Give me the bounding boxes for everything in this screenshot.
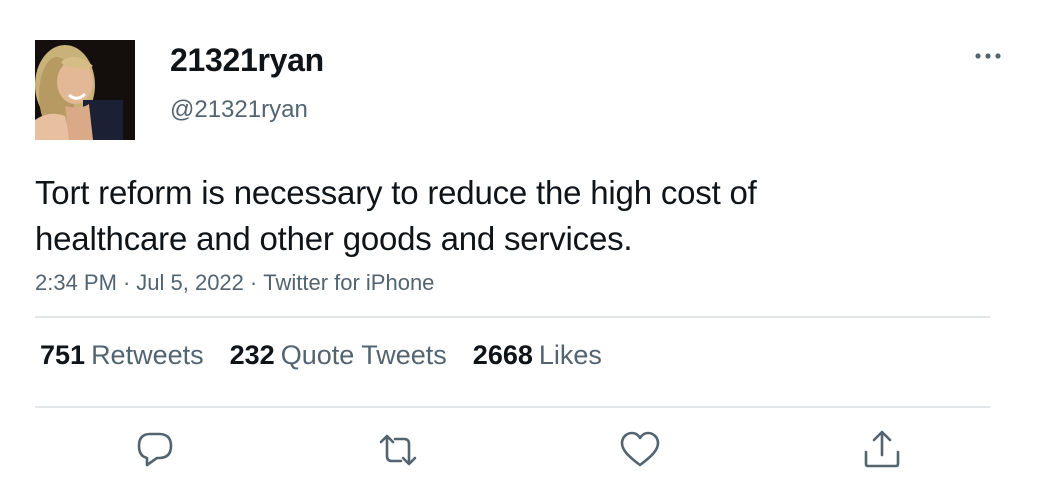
divider bbox=[35, 406, 990, 408]
likes-count: 2668 bbox=[472, 340, 533, 370]
retweets-label: Retweets bbox=[91, 340, 204, 370]
avatar[interactable] bbox=[35, 40, 135, 140]
display-name[interactable]: 21321ryan bbox=[170, 42, 324, 79]
reply-button[interactable] bbox=[133, 428, 177, 472]
tweet-text-line: Tort reform is necessary to reduce the h… bbox=[35, 174, 757, 211]
retweets-count: 751 bbox=[40, 340, 86, 370]
likes-label: Likes bbox=[538, 340, 602, 370]
like-button[interactable] bbox=[618, 428, 662, 472]
meta-separator: · bbox=[249, 270, 258, 295]
quote-tweets-stat[interactable]: 232 Quote Tweets bbox=[230, 340, 447, 371]
tweet-text-line: healthcare and other goods and services. bbox=[35, 220, 633, 257]
tweet-time[interactable]: 2:34 PM bbox=[35, 270, 117, 295]
retweet-button[interactable] bbox=[376, 428, 420, 472]
share-icon bbox=[864, 430, 900, 468]
tweet-card: 21321ryan @21321ryan Tort reform is nece… bbox=[0, 0, 1050, 480]
divider bbox=[35, 316, 990, 318]
more-icon bbox=[975, 53, 1001, 59]
reply-icon bbox=[137, 432, 173, 467]
heart-icon bbox=[620, 431, 660, 467]
tweet-text: Tort reform is necessary to reduce the h… bbox=[35, 170, 995, 262]
retweet-icon bbox=[379, 434, 417, 466]
quote-tweets-label: Quote Tweets bbox=[280, 340, 447, 370]
engagement-stats: 751 Retweets 232 Quote Tweets 2668 Likes bbox=[40, 340, 628, 371]
share-button[interactable] bbox=[860, 428, 904, 472]
user-handle[interactable]: @21321ryan bbox=[170, 96, 308, 124]
avatar-image bbox=[35, 40, 135, 140]
likes-stat[interactable]: 2668 Likes bbox=[473, 340, 602, 371]
quote-tweets-count: 232 bbox=[229, 340, 275, 370]
tweet-source[interactable]: Twitter for iPhone bbox=[263, 270, 434, 295]
more-options-button[interactable] bbox=[968, 42, 1008, 70]
action-bar bbox=[0, 428, 1050, 472]
tweet-date[interactable]: Jul 5, 2022 bbox=[136, 270, 244, 295]
tweet-meta: 2:34 PM · Jul 5, 2022 · Twitter for iPhone bbox=[35, 270, 434, 296]
meta-separator: · bbox=[122, 270, 131, 295]
retweets-stat[interactable]: 751 Retweets bbox=[40, 340, 204, 371]
